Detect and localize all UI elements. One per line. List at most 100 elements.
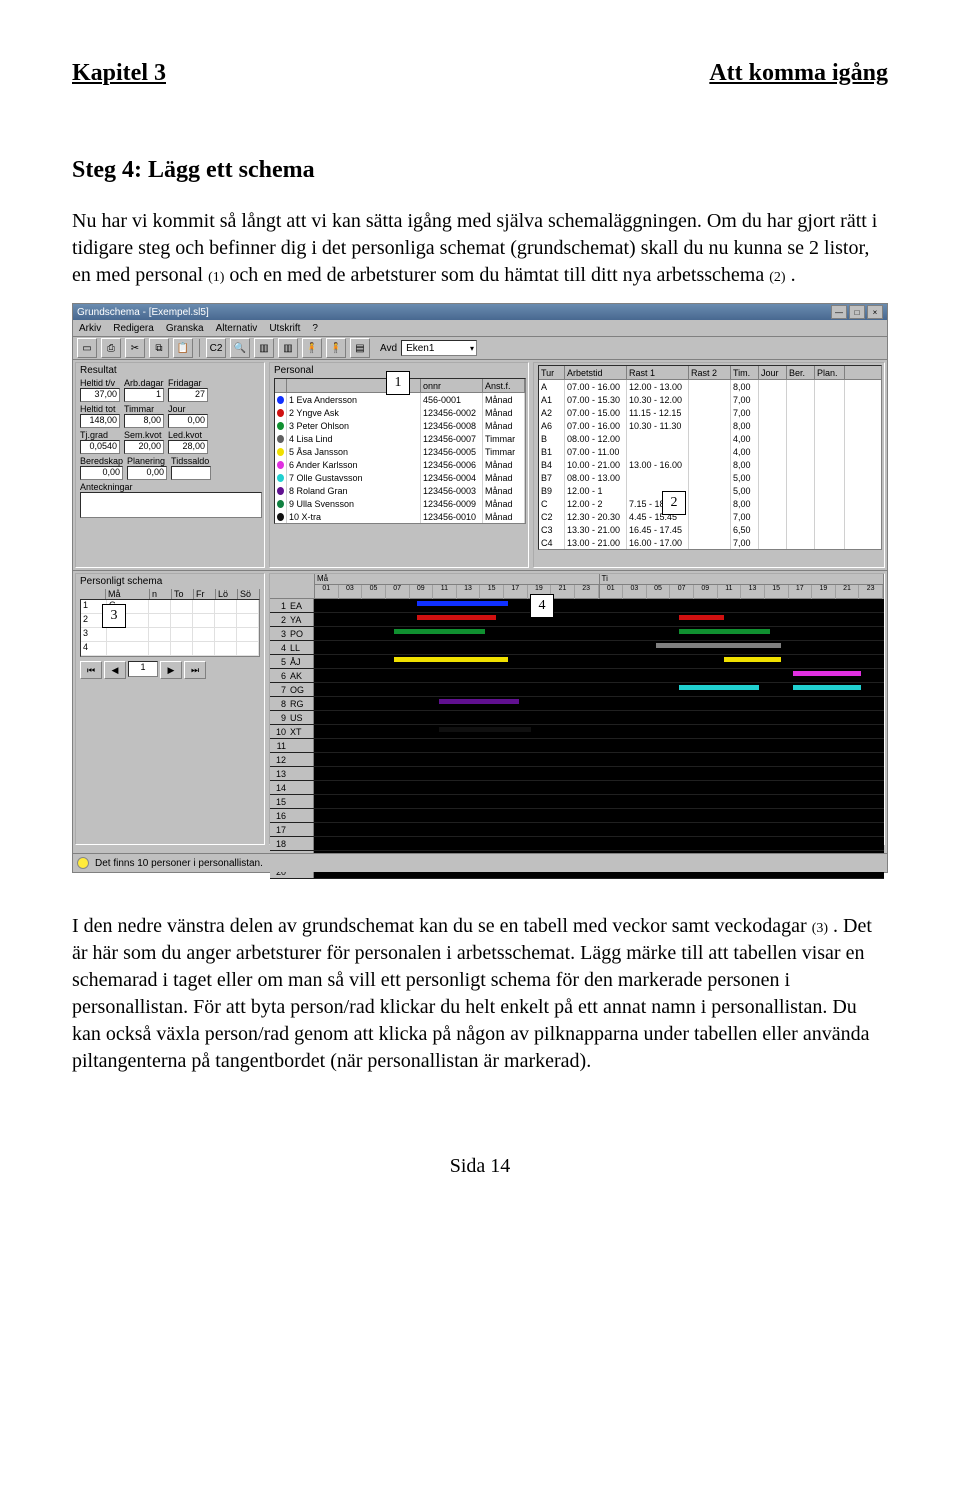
- gantt-row[interactable]: 14: [270, 781, 884, 795]
- gantt-bar[interactable]: [679, 685, 759, 690]
- gantt-row[interactable]: 13: [270, 767, 884, 781]
- gantt-row[interactable]: 1EA: [270, 599, 884, 613]
- gantt-bar[interactable]: [793, 671, 861, 676]
- gantt-bar[interactable]: [679, 615, 725, 620]
- menu-granska[interactable]: Granska: [166, 323, 204, 334]
- gantt-bar[interactable]: [793, 685, 861, 690]
- anteckningar-input[interactable]: [80, 492, 262, 518]
- personal-row[interactable]: 4 Lisa Lind123456-0007Timmar: [275, 432, 525, 445]
- maximize-button[interactable]: □: [849, 305, 865, 319]
- personal-row[interactable]: 10 X-tra123456-0010Månad: [275, 510, 525, 523]
- tur-row[interactable]: C313.30 - 21.0016.45 - 17.456,50: [539, 523, 881, 536]
- gantt-row[interactable]: 5ÅJ: [270, 655, 884, 669]
- toolbar-button-7[interactable]: 🔍: [230, 338, 250, 358]
- ps-row[interactable]: 3: [81, 628, 259, 642]
- minimize-button[interactable]: —: [831, 305, 847, 319]
- menu-?[interactable]: ?: [312, 323, 318, 334]
- toolbar-button-8[interactable]: ▥: [254, 338, 274, 358]
- column-header[interactable]: Rast 1: [627, 366, 689, 379]
- tur-row[interactable]: A107.00 - 15.3010.30 - 12.007,00: [539, 393, 881, 406]
- field-value[interactable]: 0,00: [168, 414, 208, 428]
- toolbar-button-3[interactable]: ⧉: [149, 338, 169, 358]
- tur-row[interactable]: C413.00 - 21.0016.00 - 17.007,00: [539, 536, 881, 549]
- tur-row[interactable]: A607.00 - 16.0010.30 - 11.308,00: [539, 419, 881, 432]
- tur-row[interactable]: B410.00 - 21.0013.00 - 16.008,00: [539, 458, 881, 471]
- field-value[interactable]: 1: [124, 388, 164, 402]
- toolbar-button-1[interactable]: ⎙: [101, 338, 121, 358]
- personal-grid[interactable]: onnrAnst.f.1 Eva Andersson456-0001Månad2…: [274, 378, 526, 524]
- gantt-bar[interactable]: [656, 643, 781, 648]
- gantt-row[interactable]: 4LL: [270, 641, 884, 655]
- field-value[interactable]: 0,0540: [80, 440, 120, 454]
- gantt-rows[interactable]: 1EA2YA3PO4LL5ÅJ6AK7OG8RG9US10XT111213141…: [270, 599, 884, 879]
- column-header[interactable]: Arbetstid: [565, 366, 627, 379]
- gantt-row[interactable]: 8RG: [270, 697, 884, 711]
- field-value[interactable]: 0,00: [127, 466, 167, 480]
- field-value[interactable]: 37,00: [80, 388, 120, 402]
- field-value[interactable]: [171, 466, 211, 480]
- field-value[interactable]: 148,00: [80, 414, 120, 428]
- gantt-row[interactable]: 10XT: [270, 725, 884, 739]
- gantt-row[interactable]: 12: [270, 753, 884, 767]
- nav-next-button[interactable]: ▶: [160, 661, 182, 679]
- field-value[interactable]: 0,00: [80, 466, 123, 480]
- tur-row[interactable]: B708.00 - 13.005,00: [539, 471, 881, 484]
- toolbar-button-10[interactable]: 🧍: [302, 338, 322, 358]
- column-header[interactable]: Tur: [539, 366, 565, 379]
- gantt-row[interactable]: 7OG: [270, 683, 884, 697]
- field-value[interactable]: 28,00: [168, 440, 208, 454]
- gantt-row[interactable]: 16: [270, 809, 884, 823]
- nav-first-button[interactable]: ⏮: [80, 661, 102, 679]
- personal-row[interactable]: 8 Roland Gran123456-0003Månad: [275, 484, 525, 497]
- tur-row[interactable]: C12.00 - 27.15 - 18.158,00: [539, 497, 881, 510]
- ps-row[interactable]: 4: [81, 642, 259, 656]
- menu-utskrift[interactable]: Utskrift: [269, 323, 300, 334]
- toolbar-button-0[interactable]: ▭: [77, 338, 97, 358]
- gantt-bar[interactable]: [439, 699, 519, 704]
- column-header[interactable]: Rast 2: [689, 366, 731, 379]
- tur-row[interactable]: B107.00 - 11.004,00: [539, 445, 881, 458]
- tur-row[interactable]: A07.00 - 16.0012.00 - 13.008,00: [539, 380, 881, 393]
- column-header[interactable]: onnr: [421, 379, 483, 392]
- gantt-bar[interactable]: [417, 601, 508, 606]
- personal-row[interactable]: 2 Yngve Ask123456-0002Månad: [275, 406, 525, 419]
- gantt-row[interactable]: 18: [270, 837, 884, 851]
- gantt-bar[interactable]: [679, 629, 770, 634]
- turer-grid[interactable]: TurArbetstidRast 1Rast 2Tim.JourBer.Plan…: [538, 365, 882, 550]
- avd-select[interactable]: Eken1: [401, 340, 477, 356]
- column-header[interactable]: [275, 379, 287, 392]
- gantt-row[interactable]: 15: [270, 795, 884, 809]
- close-button[interactable]: ×: [867, 305, 883, 319]
- toolbar-button-2[interactable]: ✂: [125, 338, 145, 358]
- column-header[interactable]: Tim.: [731, 366, 759, 379]
- gantt-row[interactable]: 11: [270, 739, 884, 753]
- tur-row[interactable]: C212.30 - 20.304.45 - 15.457,00: [539, 510, 881, 523]
- toolbar-button-4[interactable]: 📋: [173, 338, 193, 358]
- nav-prev-button[interactable]: ◀: [104, 661, 126, 679]
- toolbar-button-9[interactable]: ▥: [278, 338, 298, 358]
- column-header[interactable]: Plan.: [815, 366, 845, 379]
- gantt-row[interactable]: 3PO: [270, 627, 884, 641]
- gantt-bar[interactable]: [394, 629, 485, 634]
- personal-row[interactable]: 5 Åsa Jansson123456-0005Timmar: [275, 445, 525, 458]
- gantt-bar[interactable]: [417, 615, 497, 620]
- field-value[interactable]: 8,00: [124, 414, 164, 428]
- menu-redigera[interactable]: Redigera: [113, 323, 154, 334]
- gantt-row[interactable]: 2YA: [270, 613, 884, 627]
- tur-row[interactable]: B08.00 - 12.004,00: [539, 432, 881, 445]
- column-header[interactable]: Ber.: [787, 366, 815, 379]
- nav-last-button[interactable]: ⏭: [184, 661, 206, 679]
- gantt-row[interactable]: 17: [270, 823, 884, 837]
- toolbar-button-6[interactable]: C2: [206, 338, 226, 358]
- column-header[interactable]: Anst.f.: [483, 379, 525, 392]
- column-header[interactable]: Jour: [759, 366, 787, 379]
- tur-row[interactable]: B912.00 - 15,00: [539, 484, 881, 497]
- gantt-row[interactable]: 9US: [270, 711, 884, 725]
- menu-arkiv[interactable]: Arkiv: [79, 323, 101, 334]
- gantt-bar[interactable]: [394, 657, 508, 662]
- personal-row[interactable]: 7 Olle Gustavsson123456-0004Månad: [275, 471, 525, 484]
- gantt-row[interactable]: 6AK: [270, 669, 884, 683]
- menu-alternativ[interactable]: Alternativ: [216, 323, 258, 334]
- toolbar-button-12[interactable]: ▤: [350, 338, 370, 358]
- gantt-bar[interactable]: [439, 727, 530, 732]
